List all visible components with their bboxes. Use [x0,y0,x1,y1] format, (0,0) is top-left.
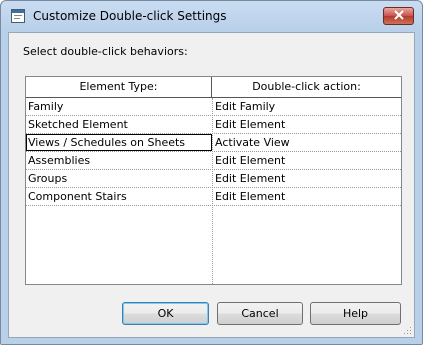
element-type-cell[interactable]: Family [26,98,212,115]
table-row[interactable]: Assemblies Edit Element [26,152,401,170]
window-title: Customize Double-click Settings [33,9,227,23]
window-app-icon [11,9,25,23]
cancel-button[interactable]: Cancel [217,302,303,325]
behavior-table: Element Type: Double-click action: Famil… [25,76,402,285]
close-button[interactable] [383,7,414,25]
element-type-cell[interactable]: Groups [26,170,212,187]
help-button[interactable]: Help [310,302,401,325]
column-header-double-click-action[interactable]: Double-click action: [212,77,401,97]
element-type-cell[interactable]: Sketched Element [26,116,212,133]
table-row[interactable]: Sketched Element Edit Element [26,116,401,134]
double-click-action-cell[interactable]: Activate View [213,134,401,151]
title-bar[interactable]: Customize Double-click Settings [1,1,422,31]
table-row[interactable]: Component Stairs Edit Element [26,188,401,206]
dialog-window: Customize Double-click Settings Select d… [0,0,423,345]
dialog-client-area: Select double-click behaviors: Element T… [8,32,415,338]
close-icon [393,9,404,23]
element-type-cell[interactable]: Assemblies [26,152,212,169]
double-click-action-cell[interactable]: Edit Element [213,116,401,133]
element-type-cell[interactable]: Component Stairs [26,188,212,205]
instruction-label: Select double-click behaviors: [23,45,188,58]
table-header: Element Type: Double-click action: [26,77,401,98]
double-click-action-cell[interactable]: Edit Element [213,152,401,169]
column-header-element-type[interactable]: Element Type: [26,77,212,97]
table-row[interactable]: Groups Edit Element [26,170,401,188]
double-click-action-cell[interactable]: Edit Element [213,170,401,187]
ok-button[interactable]: OK [122,302,209,325]
double-click-action-cell[interactable]: Edit Family [213,98,401,115]
table-row[interactable]: Views / Schedules on Sheets Activate Vie… [26,134,401,152]
double-click-action-cell[interactable]: Edit Element [213,188,401,205]
table-row[interactable]: Family Edit Family [26,98,401,116]
element-type-cell[interactable]: Views / Schedules on Sheets [26,134,212,151]
resize-grip-icon[interactable] [402,325,412,335]
